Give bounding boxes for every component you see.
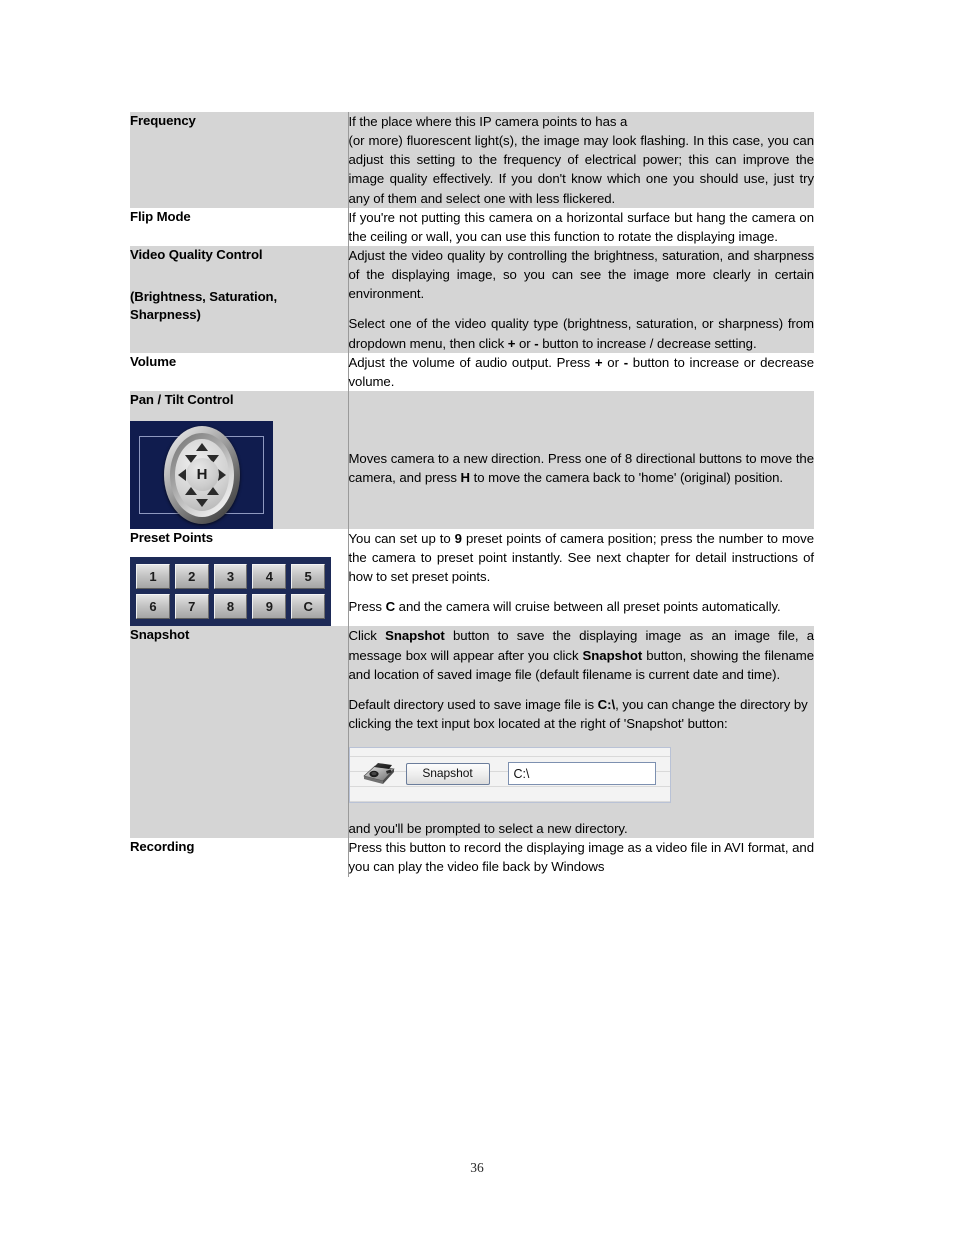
paragraph: If you're not putting this camera on a h… xyxy=(348,209,815,244)
preset-button-1[interactable]: 1 xyxy=(136,564,170,590)
row-label-pan-tilt-control: Pan / Tilt Control H xyxy=(130,390,348,529)
preset-button-8[interactable]: 8 xyxy=(213,594,248,620)
table-row-volume: Volume Adjust the volume of audio output… xyxy=(130,352,815,391)
pan-tilt-joystick-widget[interactable]: H xyxy=(130,420,273,529)
paragraph: Press C and the camera will cruise betwe… xyxy=(348,599,781,615)
row-label-snapshot: Snapshot xyxy=(130,626,348,839)
paragraph: Select one of the video quality type (br… xyxy=(348,316,815,351)
table-row-recording: Recording Press this button to record th… xyxy=(130,838,815,877)
joystick-dial[interactable]: H xyxy=(164,425,240,524)
arrow-up-icon[interactable] xyxy=(196,442,208,451)
paragraph: Click Snapshot button to save the displa… xyxy=(348,628,815,682)
preset-button-9[interactable]: 9 xyxy=(252,594,287,620)
row-label-preset-points: Preset Points 1 2 3 4 5 6 7 8 9 C xyxy=(130,528,348,627)
camera-icon xyxy=(362,760,396,786)
preset-row-bottom: 6 7 8 9 C xyxy=(136,594,325,620)
joystick-outer-ring: H xyxy=(170,432,234,517)
arrow-left-icon[interactable] xyxy=(178,468,186,481)
settings-description-table: Frequency If the place where this IP cam… xyxy=(130,112,814,877)
row-description-preset-points: You can set up to 9 preset points of cam… xyxy=(347,528,815,627)
manual-page: Frequency If the place where this IP cam… xyxy=(0,0,954,1235)
paragraph: Adjust the volume of audio output. Press… xyxy=(348,354,815,389)
table-row-pan-tilt-control: Pan / Tilt Control H Moves camera to a n… xyxy=(130,390,815,529)
snapshot-panel-screenshot: Snapshot C:\ xyxy=(348,747,671,804)
row-label-volume: Volume xyxy=(130,352,348,391)
paragraph: Adjust the video quality by controlling … xyxy=(348,247,815,302)
preset-button-5[interactable]: 5 xyxy=(291,564,325,590)
table-row-video-quality-control: Video Quality Control (Brightness, Satur… xyxy=(130,245,815,353)
row-label-flip-mode: Flip Mode xyxy=(130,207,348,246)
paragraph: If the place where this IP camera points… xyxy=(348,114,628,129)
label-text: Volume xyxy=(130,353,177,369)
row-description-flip-mode: If you're not putting this camera on a h… xyxy=(347,207,815,246)
preset-button-2[interactable]: 2 xyxy=(174,564,209,590)
label-text-secondary: (Brightness, Saturation, Sharpness) xyxy=(130,288,278,323)
label-text: Frequency xyxy=(130,113,196,128)
row-label-video-quality-control: Video Quality Control (Brightness, Satur… xyxy=(130,245,348,353)
row-description-video-quality-control: Adjust the video quality by controlling … xyxy=(347,245,815,353)
row-description-recording: Press this button to record the displayi… xyxy=(347,838,815,877)
preset-button-7[interactable]: 7 xyxy=(174,594,209,620)
row-description-snapshot: Click Snapshot button to save the displa… xyxy=(347,626,815,839)
snapshot-button[interactable]: Snapshot xyxy=(405,763,490,786)
preset-row-top: 1 2 3 4 5 xyxy=(136,564,325,590)
label-text: Recording xyxy=(130,839,195,855)
paragraph: (or more) fluorescent light(s), the imag… xyxy=(348,133,815,206)
arrow-right-icon[interactable] xyxy=(218,468,226,481)
label-text: Snapshot xyxy=(130,627,190,643)
table-row-flip-mode: Flip Mode If you're not putting this cam… xyxy=(130,207,815,246)
preset-points-widget[interactable]: 1 2 3 4 5 6 7 8 9 C xyxy=(130,557,331,627)
table-row-snapshot: Snapshot Click Snapshot button to save t… xyxy=(130,626,815,839)
table-row-frequency: Frequency If the place where this IP cam… xyxy=(130,112,814,208)
paragraph: and you'll be prompted to select a new d… xyxy=(348,821,628,837)
label-text: Pan / Tilt Control xyxy=(130,391,234,407)
page-number: 36 xyxy=(470,1160,484,1175)
snapshot-path-input[interactable]: C:\ xyxy=(507,762,656,786)
row-description-volume: Adjust the volume of audio output. Press… xyxy=(347,352,815,391)
label-text: Flip Mode xyxy=(130,208,191,224)
joystick-face: H xyxy=(175,438,229,511)
arrow-down-icon[interactable] xyxy=(196,498,208,507)
label-text: Video Quality Control xyxy=(130,246,263,262)
preset-button-6[interactable]: 6 xyxy=(136,594,170,620)
preset-button-cruise[interactable]: C xyxy=(291,594,325,620)
paragraph: Default directory used to save image fil… xyxy=(348,696,808,731)
preset-button-3[interactable]: 3 xyxy=(213,564,248,590)
row-description-frequency: If the place where this IP camera points… xyxy=(347,112,815,208)
row-label-frequency: Frequency xyxy=(130,112,348,208)
preset-button-4[interactable]: 4 xyxy=(252,564,287,590)
paragraph: You can set up to 9 preset points of cam… xyxy=(348,530,815,584)
home-button[interactable]: H xyxy=(185,458,219,492)
paragraph: Press this button to record the displayi… xyxy=(348,840,815,875)
paragraph: Moves camera to a new direction. Press o… xyxy=(348,450,815,486)
label-text: Preset Points xyxy=(130,529,213,545)
table-row-preset-points: Preset Points 1 2 3 4 5 6 7 8 9 C You ca… xyxy=(130,528,815,627)
row-description-pan-tilt-control: Moves camera to a new direction. Press o… xyxy=(347,390,815,529)
row-label-recording: Recording xyxy=(130,838,348,877)
